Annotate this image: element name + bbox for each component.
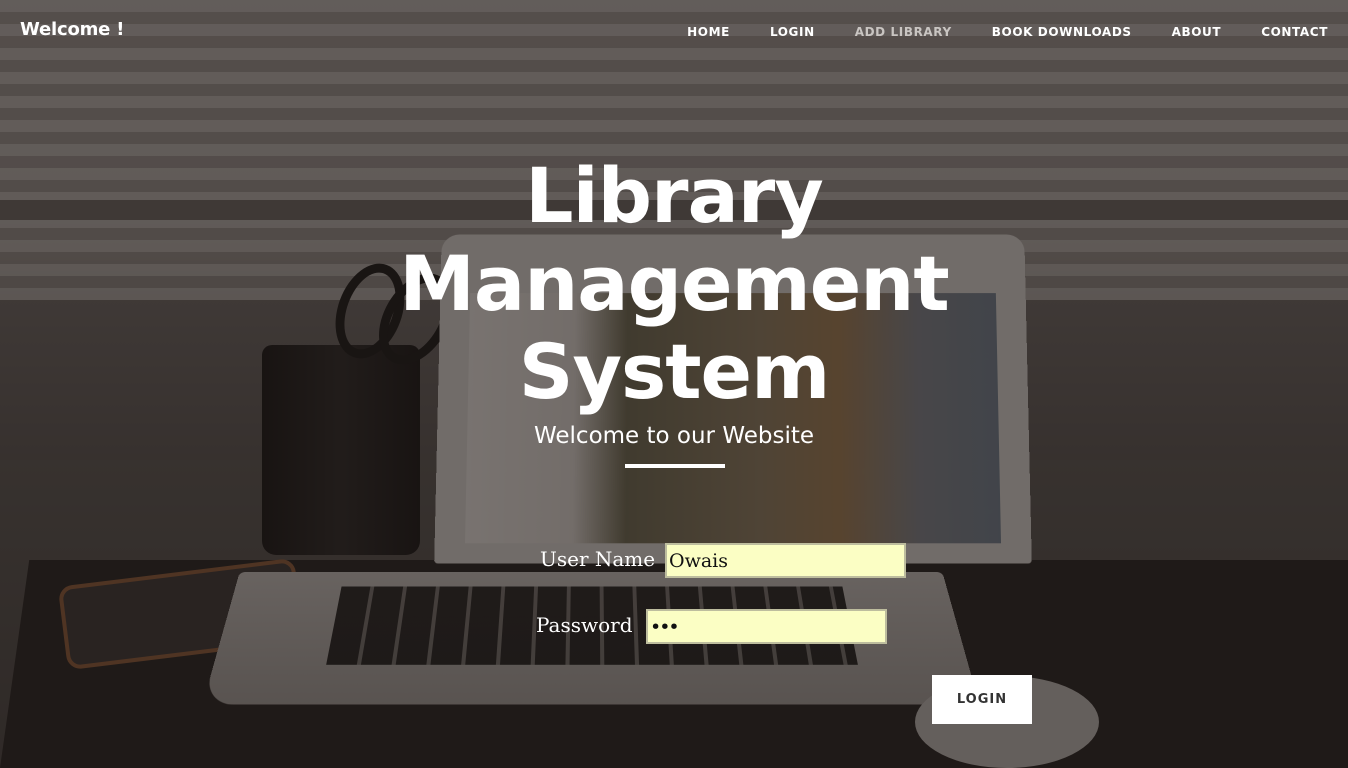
nav-item-home: HOME xyxy=(687,21,730,40)
page-title-line-2: Management xyxy=(399,239,948,328)
brand-logo[interactable]: Welcome ! xyxy=(20,19,124,40)
nav-link-add-library[interactable]: ADD LIBRARY xyxy=(855,25,952,39)
nav-link-login[interactable]: LOGIN xyxy=(770,25,815,39)
page-subtitle: Welcome to our Website xyxy=(0,423,1348,449)
page-title-line-3: System xyxy=(519,327,830,416)
username-label: User Name xyxy=(540,547,655,571)
nav-item-about: ABOUT xyxy=(1172,21,1222,40)
password-input[interactable] xyxy=(646,609,887,644)
nav-item-book-downloads: BOOK DOWNLOADS xyxy=(992,21,1132,40)
nav-link-book-downloads[interactable]: BOOK DOWNLOADS xyxy=(992,25,1132,39)
page-title-line-1: Library xyxy=(525,151,823,240)
nav-item-add-library: ADD LIBRARY xyxy=(855,21,952,40)
main-nav: HOME LOGIN ADD LIBRARY BOOK DOWNLOADS AB… xyxy=(687,21,1328,40)
nav-item-contact: CONTACT xyxy=(1261,21,1328,40)
nav-link-about[interactable]: ABOUT xyxy=(1172,25,1222,39)
username-input[interactable] xyxy=(665,543,906,578)
nav-link-home[interactable]: HOME xyxy=(687,25,730,39)
title-divider xyxy=(625,464,725,468)
page-title: Library Management System xyxy=(0,152,1348,416)
login-button[interactable]: LOGIN xyxy=(932,675,1032,724)
password-label: Password xyxy=(536,613,633,637)
nav-link-contact[interactable]: CONTACT xyxy=(1261,25,1328,39)
nav-item-login: LOGIN xyxy=(770,21,815,40)
